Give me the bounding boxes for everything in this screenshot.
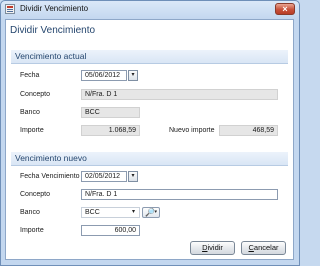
cancelar-label: ancelar <box>253 243 279 252</box>
section-vencimiento-nuevo: Vencimiento nuevo <box>11 152 288 166</box>
concepto-actual-field: N/Fra. D 1 <box>81 89 278 100</box>
concepto-nuevo-label: Concepto <box>20 191 50 198</box>
dialog-content: Dividir Vencimiento Vencimiento actual F… <box>5 19 294 260</box>
dialog-window: Dividir Vencimiento × Dividir Vencimient… <box>0 0 300 266</box>
fecha-vencimiento-field[interactable]: 02/05/2012 <box>81 171 127 182</box>
section-title-actual: Vencimiento actual <box>15 51 87 61</box>
banco-search-button[interactable]: 🔎 ▾ <box>142 207 160 218</box>
window-title: Dividir Vencimiento <box>20 4 89 13</box>
importe-actual-field: 1.068,59 <box>81 125 140 136</box>
section-title-nuevo: Vencimiento nuevo <box>15 153 87 163</box>
nuevo-importe-label: Nuevo importe <box>169 127 215 134</box>
banco-label: Banco <box>20 109 40 116</box>
window-app-icon <box>5 4 15 14</box>
importe-nuevo-field[interactable]: 600,00 <box>81 225 140 236</box>
banco-nuevo-label: Banco <box>20 209 40 216</box>
concepto-nuevo-field[interactable]: N/Fra. D 1 <box>81 189 278 200</box>
importe-label: Importe <box>20 127 44 134</box>
dividir-button[interactable]: Dividir <box>190 241 235 255</box>
importe-nuevo-label: Importe <box>20 227 44 234</box>
close-button[interactable]: × <box>275 3 295 15</box>
nuevo-importe-field: 468,59 <box>219 125 278 136</box>
fecha-actual-field[interactable]: 05/06/2012 <box>81 70 127 81</box>
fecha-actual-dropdown-icon[interactable]: ▾ <box>128 70 138 81</box>
dividir-label: ividir <box>207 243 223 252</box>
section-vencimiento-actual: Vencimiento actual <box>11 50 288 64</box>
banco-dropdown-icon[interactable]: ▾ <box>132 208 135 215</box>
search-icon: 🔎 <box>145 208 155 217</box>
cancelar-button[interactable]: Cancelar <box>241 241 286 255</box>
title-bar[interactable]: Dividir Vencimiento × <box>1 1 299 18</box>
fecha-label: Fecha <box>20 72 40 79</box>
fecha-vencimiento-label: Fecha Vencimiento <box>20 173 80 180</box>
dialog-heading: Dividir Vencimiento <box>10 25 96 36</box>
concepto-label: Concepto <box>20 91 50 98</box>
chevron-down-icon: ▾ <box>154 209 157 215</box>
banco-actual-field: BCC <box>81 107 140 118</box>
fecha-vencimiento-dropdown-icon[interactable]: ▾ <box>128 171 138 182</box>
